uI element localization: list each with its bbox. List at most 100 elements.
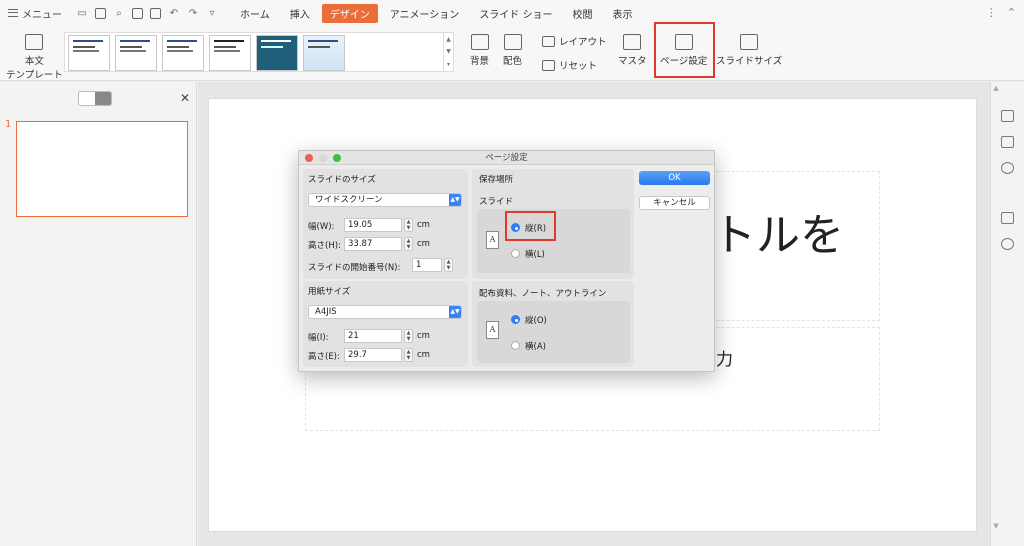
handout-portrait-radio[interactable] (511, 315, 520, 324)
slide-thumbnail[interactable] (16, 121, 188, 217)
property-icon[interactable] (1001, 110, 1014, 122)
more-options-icon[interactable]: ⋮ (986, 6, 997, 19)
history-icon[interactable] (1001, 238, 1014, 250)
design-thumbnail[interactable] (209, 35, 251, 71)
design-gallery: ▲ ▼ ▾ (64, 32, 454, 72)
color-scheme-button[interactable]: 配色 (503, 34, 522, 67)
width-stepper[interactable]: ▲ ▼ (404, 218, 413, 232)
width-input[interactable]: 19.05 (344, 218, 402, 232)
handout-orientation-group (477, 301, 630, 363)
animation-icon[interactable] (1001, 162, 1014, 174)
reset-button[interactable]: リセット (542, 58, 597, 72)
expand-gallery-icon[interactable]: ▾ (447, 61, 450, 68)
design-thumbnail[interactable] (303, 35, 345, 71)
template-label-1: 本文 (24, 56, 44, 67)
paper-width-unit: cm (417, 331, 430, 341)
outline-view-icon[interactable] (79, 92, 95, 105)
layout-button[interactable]: レイアウト (542, 34, 607, 48)
redo-icon[interactable]: ↷ (187, 7, 199, 19)
reset-icon (542, 59, 555, 71)
slide-number: 1 (5, 119, 12, 130)
print-preview-icon[interactable] (150, 7, 161, 19)
tab-review[interactable]: 校閲 (565, 4, 601, 23)
select-arrows-icon: ▲▼ (449, 306, 461, 318)
tab-home[interactable]: ホーム (232, 4, 278, 23)
height-stepper[interactable]: ▲ ▼ (404, 237, 413, 251)
save-icon[interactable] (95, 7, 106, 19)
format-painter-icon[interactable]: ⌕ (113, 7, 125, 19)
print-icon[interactable] (132, 7, 143, 19)
paper-height-unit: cm (417, 350, 430, 360)
scroll-down-arrow-icon[interactable]: ▼ (990, 522, 1002, 530)
master-button[interactable]: マスタ (618, 34, 647, 67)
menu-button[interactable]: メニュー (8, 6, 62, 21)
tab-design[interactable]: デザイン (321, 3, 378, 23)
background-label: 背景 (470, 56, 490, 67)
scroll-down-icon[interactable]: ▼ (446, 48, 451, 55)
color-scheme-icon (503, 34, 522, 50)
layout-icon (542, 35, 555, 47)
ribbon-tabs: ホーム 挿入 デザイン アニメーション スライド ショー 校閲 表示 (232, 3, 645, 23)
slide-size-select-value: ワイドスクリーン (315, 195, 383, 205)
close-window-icon[interactable] (305, 154, 313, 162)
thumbnail-view-icon[interactable] (95, 92, 111, 105)
slide-landscape-radio[interactable] (511, 249, 520, 258)
body-template-button[interactable]: 本文 テンプレート (6, 34, 63, 81)
open-folder-icon[interactable]: ▭ (76, 7, 88, 19)
layout-label: レイアウト (559, 37, 607, 48)
paper-height-input[interactable]: 29.7 (344, 348, 402, 362)
zoom-window-icon[interactable] (333, 154, 341, 162)
close-panel-icon[interactable]: ✕ (180, 91, 190, 105)
start-number-input[interactable]: 1 (412, 258, 442, 272)
tab-insert[interactable]: 挿入 (282, 4, 318, 23)
paper-width-label: 幅(I): (308, 333, 329, 343)
gallery-scroller[interactable]: ▲ ▼ ▾ (443, 33, 453, 71)
design-thumbnail[interactable] (68, 35, 110, 71)
minimize-window-icon[interactable] (319, 154, 327, 162)
design-thumbnail[interactable] (115, 35, 157, 71)
height-input[interactable]: 33.87 (344, 237, 402, 251)
start-number-stepper[interactable]: ▲ ▼ (444, 258, 453, 272)
handout-portrait-label: 縦(O) (525, 316, 547, 326)
master-label: マスタ (618, 56, 647, 67)
paper-width-input[interactable]: 21 (344, 329, 402, 343)
design-thumbnail[interactable] (256, 35, 298, 71)
paper-height-label: 高さ(E): (308, 352, 340, 362)
customize-chevron-icon[interactable]: ▿ (206, 7, 218, 19)
color-scheme-label: 配色 (503, 56, 523, 67)
slide-size-select[interactable]: ワイドスクリーン ▲▼ (308, 193, 462, 207)
background-icon (470, 34, 489, 50)
handout-orientation-label: 配布資料、ノート、アウトライン (479, 289, 607, 299)
tab-animation[interactable]: アニメーション (382, 4, 468, 23)
ok-button[interactable]: OK (639, 171, 710, 185)
copy-icon[interactable] (1001, 136, 1014, 148)
template-icon (25, 34, 44, 50)
select-arrows-icon: ▲▼ (449, 194, 461, 206)
height-label: 高さ(H): (308, 241, 341, 251)
tab-view[interactable]: 表示 (605, 4, 641, 23)
undo-icon[interactable]: ↶ (168, 7, 180, 19)
orientation-section-label: 保存場所 (479, 175, 514, 185)
design-thumbnail[interactable] (162, 35, 204, 71)
menubar: メニュー ▭ ⌕ ↶ ↷ ▿ ホーム 挿入 デザイン アニメーション スライド … (0, 0, 1024, 26)
paper-height-stepper[interactable]: ▲ ▼ (404, 348, 413, 362)
portrait-highlight (505, 211, 556, 241)
collapse-ribbon-icon[interactable]: ⌃ (1007, 6, 1016, 19)
tab-slideshow[interactable]: スライド ショー (471, 4, 560, 23)
scroll-up-arrow-icon[interactable]: ▲ (990, 84, 1002, 92)
cancel-button[interactable]: キャンセル (639, 196, 710, 210)
scroll-up-icon[interactable]: ▲ (446, 36, 451, 43)
slide-size-section-label: スライドのサイズ (308, 175, 376, 185)
background-button[interactable]: 背景 (470, 34, 489, 67)
title-text: トルを (712, 210, 844, 261)
slide-size-button[interactable]: スライドサイズ (716, 34, 782, 67)
paper-width-stepper[interactable]: ▲ ▼ (404, 329, 413, 343)
paper-size-select[interactable]: A4JIS ▲▼ (308, 305, 462, 319)
portrait-page-icon: A (486, 321, 499, 339)
view-toggle[interactable] (78, 91, 112, 106)
window-controls: ⋮ ⌃ (986, 6, 1016, 19)
width-label: 幅(W): (308, 222, 335, 232)
settings-icon[interactable] (1001, 212, 1014, 224)
handout-landscape-radio[interactable] (511, 341, 520, 350)
paper-size-section-label: 用紙サイズ (308, 287, 351, 297)
